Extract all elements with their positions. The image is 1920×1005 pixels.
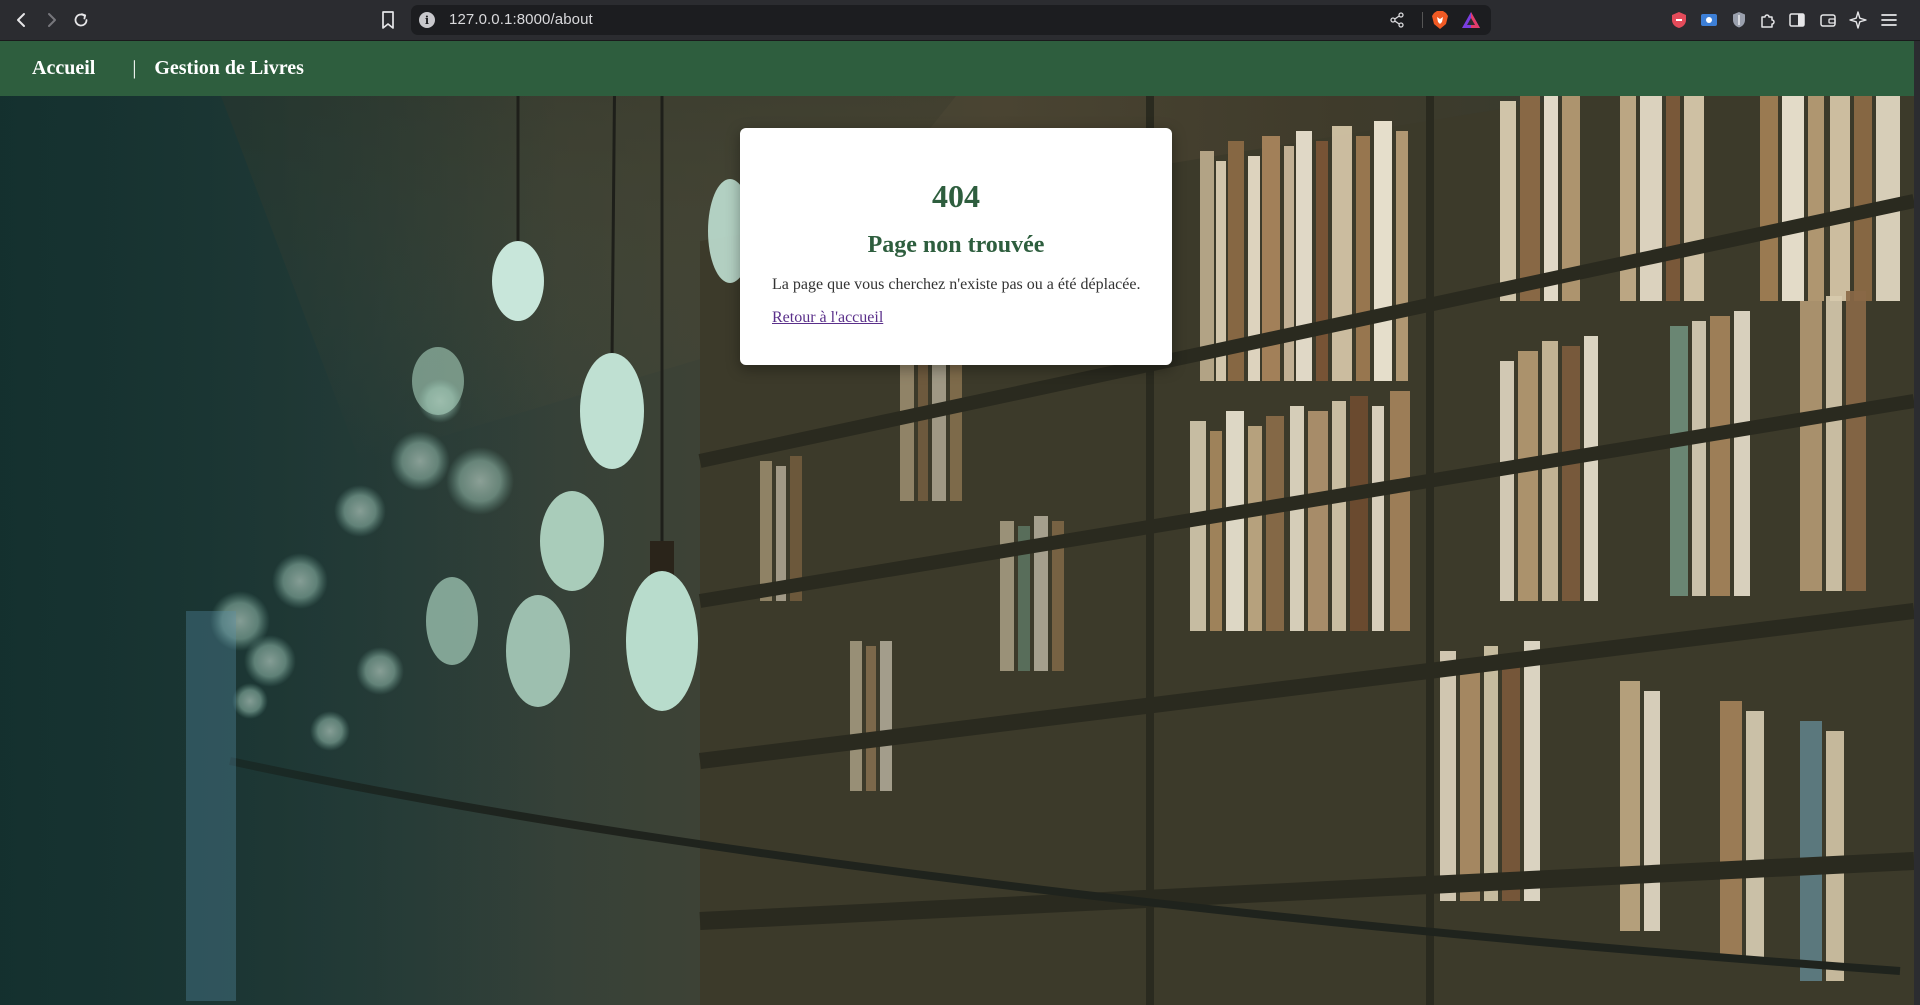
address-bar[interactable]: i 127.0.0.1:8000/about — [411, 5, 1491, 35]
back-arrow-icon[interactable] — [9, 8, 35, 32]
info-icon[interactable]: i — [419, 12, 435, 28]
brave-rewards-icon[interactable] — [1461, 11, 1481, 29]
nav-separator: | — [132, 57, 137, 79]
menu-icon[interactable] — [1878, 9, 1900, 31]
site-navbar: Accueil | Gestion de Livres — [0, 41, 1914, 96]
shield-extension-icon[interactable] — [1668, 9, 1690, 31]
forward-arrow-icon[interactable] — [38, 8, 64, 32]
brave-lion-icon[interactable] — [1431, 10, 1449, 30]
share-icon[interactable] — [1389, 12, 1405, 28]
error-card: 404 Page non trouvée La page que vous ch… — [740, 128, 1172, 365]
leo-ai-icon[interactable] — [1847, 9, 1869, 31]
screen-capture-icon[interactable] — [1698, 9, 1720, 31]
bookmark-icon[interactable] — [377, 9, 399, 31]
puzzle-icon[interactable] — [1757, 9, 1779, 31]
url-text[interactable]: 127.0.0.1:8000/about — [449, 11, 593, 28]
reload-icon[interactable] — [68, 8, 94, 32]
error-title: Page non trouvée — [867, 232, 1045, 258]
scrollbar[interactable] — [1914, 41, 1920, 1005]
vpn-shield-icon[interactable] — [1728, 9, 1750, 31]
nav-home-link[interactable]: Accueil — [32, 57, 95, 80]
wallet-icon[interactable] — [1817, 9, 1839, 31]
back-home-link[interactable]: Retour à l'accueil — [740, 308, 1172, 328]
nav-books-link[interactable]: Gestion de Livres — [154, 57, 304, 80]
address-divider — [1422, 12, 1423, 28]
browser-toolbar: i 127.0.0.1:8000/about — [0, 0, 1920, 41]
error-code: 404 — [932, 178, 980, 214]
page-viewport: Accueil | Gestion de Livres 404 Page non… — [0, 41, 1914, 1005]
error-message: La page que vous cherchez n'existe pas o… — [772, 276, 1141, 293]
sidebar-icon[interactable] — [1786, 9, 1808, 31]
